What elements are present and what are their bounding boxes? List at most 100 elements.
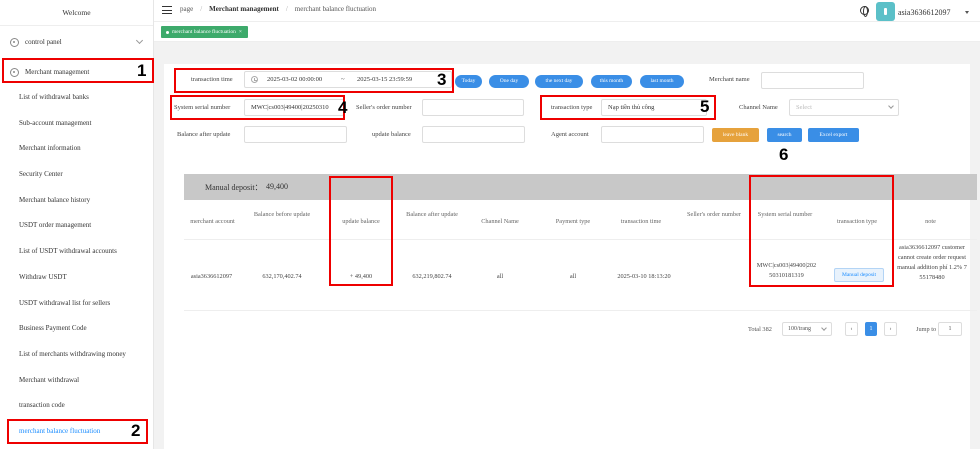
col-system-serial: System serial number	[757, 211, 813, 218]
close-icon[interactable]: ×	[239, 26, 242, 38]
chevron-down-icon	[888, 103, 894, 109]
sidebar-item-payment-code[interactable]: Business Payment Code	[0, 316, 154, 342]
gear-icon	[10, 67, 19, 77]
page-size-select[interactable]: 100/trang	[782, 322, 832, 336]
range-separator: ~	[341, 76, 345, 83]
last-month-button[interactable]: last month	[640, 75, 684, 88]
jump-input[interactable]: 1	[938, 322, 962, 336]
cell-balance-before: 632,170,402.74	[262, 273, 302, 280]
this-month-button[interactable]: this month	[591, 75, 632, 88]
channel-name-placeholder: Select	[796, 104, 812, 111]
update-balance-input[interactable]	[422, 126, 525, 143]
today-button[interactable]: Today	[455, 75, 482, 88]
callout-1: 1	[137, 61, 147, 80]
update-balance-label: update balance	[372, 131, 411, 138]
sidebar-item-withdraw-usdt[interactable]: Withdraw USDT	[0, 265, 154, 291]
callout-2: 2	[131, 421, 141, 440]
summary-bar: Manual deposit： 49,400	[184, 174, 977, 200]
tab-balance-fluctuation[interactable]: merchant balance fluctuation ×	[161, 26, 248, 38]
col-update-balance: update balance	[342, 218, 380, 225]
sidebar-item-merchant-info[interactable]: Merchant information	[0, 136, 154, 162]
col-transaction-type: transaction type	[836, 218, 878, 225]
merchant-name-input[interactable]	[761, 72, 864, 89]
seller-order-label: Seller's order number	[356, 104, 412, 111]
breadcrumb-merchant-management[interactable]: Merchant management	[209, 5, 279, 13]
col-balance-after: Balance after update	[406, 211, 458, 218]
callout-5: 5	[700, 97, 710, 116]
summary-value: 49,400	[266, 182, 288, 191]
cell-merchant-account: asia3636612097	[190, 273, 233, 280]
balance-after-input[interactable]	[244, 126, 347, 143]
col-seller-order: Seller's order number	[687, 211, 741, 218]
sidebar-welcome[interactable]: Welcome	[0, 0, 153, 26]
excel-export-button[interactable]: Excel export	[808, 128, 859, 142]
cell-update-balance: + 49,400	[349, 273, 373, 280]
chevron-down-icon	[821, 325, 827, 331]
jump-label: Jump to	[916, 326, 937, 333]
breadcrumb-current: merchant balance fluctuation	[294, 5, 377, 13]
sidebar-item-sub-account[interactable]: Sub-account management	[0, 111, 154, 137]
content-panel: transaction time 2025-03-02 00:00:00 ~ 2…	[164, 64, 977, 449]
pager-total: Total 382	[748, 326, 772, 333]
col-balance-before: Balance before update	[253, 211, 311, 218]
sidebar-group-control-panel[interactable]: control panel	[0, 27, 154, 57]
globe-icon[interactable]	[860, 6, 869, 17]
summary-label: Manual deposit：	[205, 183, 263, 192]
leave-blank-button[interactable]: leave blank	[712, 128, 759, 142]
transaction-time-label: transaction time	[191, 76, 233, 83]
sidebar-item-usdt-accounts[interactable]: List of USDT withdrawal accounts	[0, 239, 154, 265]
prev-page-button[interactable]: ‹	[845, 322, 858, 336]
chevron-down-icon	[135, 36, 144, 45]
breadcrumb-page[interactable]: page	[180, 5, 193, 13]
agent-account-input[interactable]	[601, 126, 704, 143]
cell-system-serial: MWC|cs003|49400|20250310181319	[756, 262, 817, 279]
sidebar-item-security-center[interactable]: Security Center	[0, 162, 154, 188]
clock-icon	[251, 76, 258, 83]
page-size-value: 100/trang	[788, 326, 811, 332]
transaction-type-select[interactable]: Nạp tiền thủ công	[601, 99, 707, 116]
avatar[interactable]	[876, 2, 895, 21]
menu-toggle-icon[interactable]	[162, 6, 172, 15]
page-1-button[interactable]: 1	[865, 322, 877, 336]
col-transaction-time: transaction time	[620, 218, 662, 225]
next-day-button[interactable]: the next day	[535, 75, 583, 88]
callout-3: 3	[437, 70, 447, 89]
next-page-button[interactable]: ›	[884, 322, 897, 336]
sidebar-item-merchant-withdraw-list[interactable]: List of merchants withdrawing money	[0, 342, 154, 368]
col-channel-name: Channel Name	[481, 218, 519, 225]
sidebar-item-withdrawal-banks[interactable]: List of withdrawal banks	[0, 85, 154, 111]
balance-after-label: Balance after update	[177, 131, 231, 138]
system-serial-input[interactable]: MWC|cs003|49400|20250310	[244, 99, 344, 116]
sidebar-item-merchant-withdrawal[interactable]: Merchant withdrawal	[0, 368, 154, 394]
gear-icon	[10, 37, 19, 47]
sidebar-item-balance-history[interactable]: Merchant balance history	[0, 188, 154, 214]
sidebar-item-usdt-orders[interactable]: USDT order management	[0, 213, 154, 239]
sidebar-item-usdt-seller-list[interactable]: USDT withdrawal list for sellers	[0, 291, 154, 317]
breadcrumb-separator: /	[285, 5, 288, 13]
callout-4: 4	[338, 98, 348, 117]
header-divider	[184, 239, 977, 240]
channel-name-label: Channel Name	[739, 104, 778, 111]
username[interactable]: asia3636612097	[898, 8, 950, 17]
one-day-button[interactable]: One day	[489, 75, 529, 88]
tab-label: merchant balance fluctuation	[172, 29, 236, 35]
transaction-time-range[interactable]: 2025-03-02 00:00:00 ~ 2025-03-15 23:59:5…	[244, 71, 452, 88]
sidebar-item-transaction-code[interactable]: transaction code	[0, 393, 154, 419]
cell-channel-name: all	[496, 273, 504, 280]
breadcrumb-separator: /	[200, 5, 203, 13]
transaction-type-label: transaction type	[551, 104, 593, 111]
cell-balance-after: 632,219,802.74	[412, 273, 452, 280]
channel-name-select[interactable]: Select	[789, 99, 899, 116]
agent-account-label: Agent account	[551, 131, 589, 138]
sidebar-group-label: Merchant management	[25, 68, 90, 76]
system-serial-label: System serial number	[174, 104, 231, 111]
search-button[interactable]: search	[767, 128, 802, 142]
seller-order-input[interactable]	[422, 99, 524, 116]
main-area: transaction time 2025-03-02 00:00:00 ~ 2…	[154, 42, 980, 449]
transaction-type-tag: Manual deposit	[834, 268, 884, 282]
col-payment-type: Payment type	[555, 218, 591, 225]
sidebar-group-merchant-management[interactable]: Merchant management	[0, 57, 154, 87]
col-note: note	[925, 218, 936, 225]
sidebar-submenu: List of withdrawal banks Sub-account man…	[0, 85, 154, 445]
caret-down-icon[interactable]	[965, 11, 969, 14]
